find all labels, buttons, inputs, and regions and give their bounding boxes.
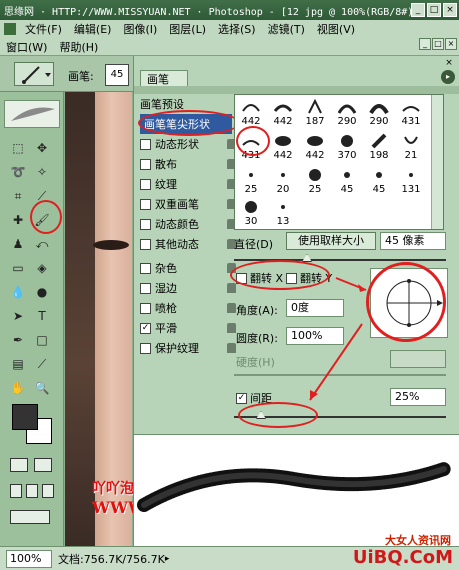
- doc-close-button[interactable]: ×: [445, 38, 457, 50]
- photoshop-icon: [4, 23, 16, 35]
- status-bar: 100% 文档:756.7K/756.7K ▸ UiBQ.CoM: [0, 546, 459, 570]
- tool-preset-picker[interactable]: [14, 62, 54, 86]
- menu-filter[interactable]: 滤镜(T): [262, 21, 311, 37]
- standard-mode-icon[interactable]: [10, 458, 28, 472]
- hand-icon[interactable]: ✋: [8, 378, 28, 398]
- blur-icon[interactable]: 💧: [8, 282, 28, 302]
- quick-mask-icon[interactable]: [34, 458, 52, 472]
- doc-minimize-button[interactable]: _: [419, 38, 431, 50]
- status-menu-arrow-icon[interactable]: ▸: [165, 550, 175, 568]
- menu-row-1: 文件(F) 编辑(E) 图像(I) 图层(L) 选择(S) 滤镜(T) 视图(V…: [0, 20, 459, 38]
- options-bar: 画笔: 45: [0, 56, 135, 92]
- eyedropper-icon[interactable]: ⟋: [32, 354, 52, 374]
- menu-view[interactable]: 视图(V): [311, 21, 361, 37]
- feather-logo-icon: [4, 100, 60, 128]
- annotation-arrows: [309, 277, 367, 401]
- screen-mode-full-icon[interactable]: [42, 484, 54, 498]
- path-selection-icon[interactable]: ➤: [8, 306, 28, 326]
- menu-image[interactable]: 图像(I): [117, 21, 163, 37]
- zoom-icon[interactable]: 🔍: [32, 378, 52, 398]
- crop-icon[interactable]: ⌗: [8, 186, 28, 206]
- menu-help[interactable]: 帮助(H): [53, 39, 104, 55]
- history-brush-icon[interactable]: ⤺: [32, 234, 52, 254]
- pen-icon[interactable]: ✒: [8, 330, 28, 350]
- zoom-field[interactable]: 100%: [6, 549, 52, 568]
- brush-tool-icon: [22, 66, 51, 84]
- notes-icon[interactable]: ▤: [8, 354, 28, 374]
- minimize-button[interactable]: _: [411, 3, 425, 17]
- corner-watermark: UiBQ.CoM: [352, 547, 453, 568]
- lasso-icon[interactable]: ➰: [8, 162, 28, 182]
- document-window-controls: _ □ ×: [419, 38, 457, 50]
- photo-eye: [93, 240, 129, 250]
- stroke-preview-graphic: [137, 462, 451, 512]
- menu-select[interactable]: 选择(S): [212, 21, 262, 37]
- brush-label: 画笔:: [68, 70, 94, 83]
- brush-panel: × 画笔 ▸ 画笔预设 画笔笔尖形状 动态形状 散布 纹理 双重画笔 动态颜色 …: [133, 56, 459, 546]
- foreground-color-swatch[interactable]: [12, 404, 38, 430]
- screen-mode-full-menu-icon[interactable]: [26, 484, 38, 498]
- menu-bar: 文件(F) 编辑(E) 图像(I) 图层(L) 选择(S) 滤镜(T) 视图(V…: [0, 20, 459, 56]
- doc-restore-button[interactable]: □: [432, 38, 444, 50]
- maximize-button[interactable]: □: [427, 3, 441, 17]
- window-title: 思缘网 · HTTP://WWW.MISSYUAN.NET · Photosho…: [4, 6, 411, 18]
- marquee-icon[interactable]: ⬚: [8, 138, 28, 158]
- brush-size-picker[interactable]: 45: [105, 64, 129, 86]
- healing-brush-icon[interactable]: ✚: [8, 210, 28, 230]
- clone-stamp-icon[interactable]: ♟: [8, 234, 28, 254]
- menu-row-2: 窗口(W) 帮助(H): [0, 38, 459, 56]
- title-bar: 思缘网 · HTTP://WWW.MISSYUAN.NET · Photosho…: [0, 0, 459, 20]
- shape-icon[interactable]: □: [32, 330, 52, 350]
- menu-window[interactable]: 窗口(W): [0, 39, 53, 55]
- photo-hair: [65, 92, 95, 546]
- close-button[interactable]: ×: [443, 3, 457, 17]
- menu-layer[interactable]: 图层(L): [163, 21, 212, 37]
- annotation-circle-brush-tool: [30, 200, 62, 234]
- type-icon[interactable]: T: [32, 306, 52, 326]
- jump-to-imageready-icon[interactable]: [10, 510, 50, 524]
- menu-edit[interactable]: 编辑(E): [68, 21, 118, 37]
- toolbox: ⬚ ✥ ➰ ✧ ⌗ ⟋ ✚ 🖌 ♟ ⤺ ▭ ◈ 💧 ● ➤ T ✒ □ ▤ ⟋ …: [0, 92, 64, 546]
- brush-stroke-preview: [134, 434, 459, 546]
- move-icon[interactable]: ✥: [32, 138, 52, 158]
- eraser-icon[interactable]: ▭: [8, 258, 28, 278]
- document-size: 文档:756.7K/756.7K: [58, 552, 165, 566]
- magic-wand-icon[interactable]: ✧: [32, 162, 52, 182]
- dodge-icon[interactable]: ●: [32, 282, 52, 302]
- menu-file[interactable]: 文件(F): [19, 21, 68, 37]
- paint-bucket-icon[interactable]: ◈: [32, 258, 52, 278]
- screen-mode-standard-icon[interactable]: [10, 484, 22, 498]
